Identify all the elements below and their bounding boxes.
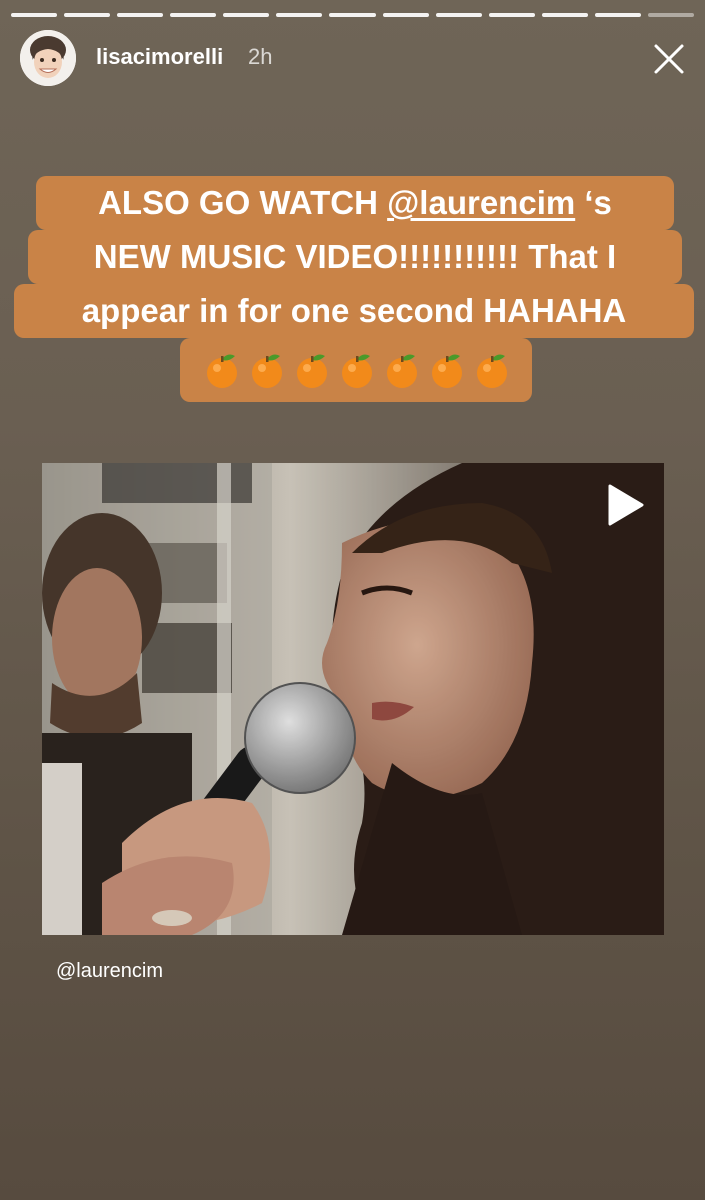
close-button[interactable]: [648, 38, 690, 80]
story-progress-segment: [223, 13, 270, 17]
story-progress-segment: [647, 13, 695, 17]
story-progress-segment: [11, 13, 58, 17]
play-icon[interactable]: [604, 483, 646, 527]
orange-emoji-icon: [477, 354, 507, 388]
orange-emoji-icon: [342, 354, 372, 388]
caption-emoji-row: [180, 338, 532, 402]
story-progress-segment: [117, 13, 164, 17]
story-progress-segment: [435, 13, 482, 17]
caption-line-1: ALSO GO WATCH @laurencim ‘s: [36, 176, 674, 230]
story-progress-segment: [382, 13, 429, 17]
post-time: 2h: [248, 44, 273, 69]
story-progress-segment: [594, 13, 641, 17]
story-progress-segment: [64, 13, 111, 17]
mention-sticker[interactable]: @laurencim: [56, 960, 163, 983]
close-icon: [654, 44, 684, 74]
story-progress-segment: [170, 13, 217, 17]
story-progress-segment: [276, 13, 323, 17]
caption-line-1-prefix: ALSO GO WATCH: [98, 184, 388, 221]
orange-emoji-icon: [387, 354, 417, 388]
caption-line-3: appear in for one second HAHAHA: [14, 284, 694, 338]
story-progress-segment: [329, 13, 376, 17]
caption-line-1-suffix: ‘s: [575, 184, 612, 221]
orange-emoji-icon: [432, 354, 462, 388]
caption-mention[interactable]: @laurencim: [387, 184, 575, 221]
caption-line-3-text: appear in for one second HAHAHA: [81, 292, 627, 329]
orange-emoji-icon: [252, 354, 282, 388]
avatar-photo: [20, 30, 76, 86]
story-progress-segment: [541, 13, 588, 17]
orange-emoji-icon: [207, 354, 237, 388]
video-thumbnail: [42, 463, 664, 935]
caption-line-2: NEW MUSIC VIDEO!!!!!!!!!!! That I: [28, 230, 682, 284]
orange-emoji-icon: [297, 354, 327, 388]
music-video-preview[interactable]: [42, 463, 664, 935]
story-progress-segment: [488, 13, 535, 17]
story-progress-bar: [11, 13, 695, 17]
caption-line-2-text: NEW MUSIC VIDEO!!!!!!!!!!! That I: [93, 238, 617, 275]
username[interactable]: lisacimorelli: [96, 44, 223, 70]
avatar[interactable]: [20, 30, 76, 86]
